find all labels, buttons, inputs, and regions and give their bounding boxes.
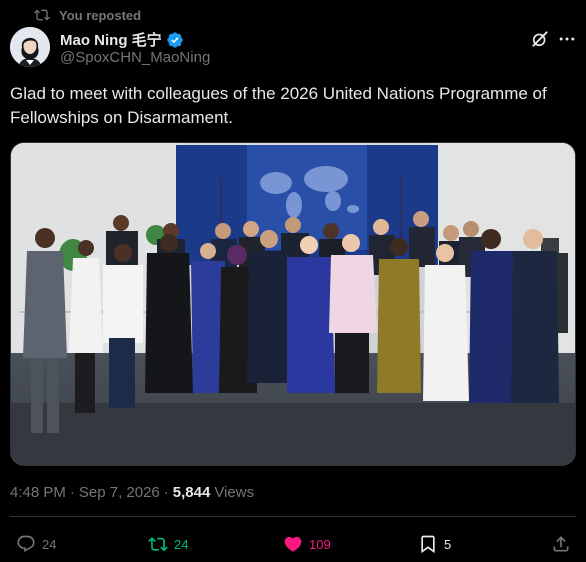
like-button[interactable]: 109 xyxy=(283,534,331,554)
repost-indicator[interactable]: You reposted xyxy=(34,6,141,24)
avatar-image xyxy=(10,27,50,67)
tweet-time[interactable]: 4:48 PM xyxy=(10,484,66,501)
meta-separator: · xyxy=(69,484,75,501)
tweet-text: Glad to meet with colleagues of the 2026… xyxy=(10,84,547,127)
group-photo-image xyxy=(11,143,575,465)
share-button[interactable] xyxy=(551,534,571,554)
repost-button[interactable]: 24 xyxy=(148,534,188,554)
reply-button[interactable]: 24 xyxy=(16,534,56,554)
divider xyxy=(10,516,576,517)
repost-count: 24 xyxy=(174,536,189,552)
like-icon xyxy=(284,536,302,552)
reply-count: 24 xyxy=(42,536,57,552)
author-handle[interactable]: @SpoxCHN_MaoNing xyxy=(60,49,210,66)
more-icon[interactable] xyxy=(557,29,577,49)
share-icon xyxy=(553,536,569,552)
author-name-row[interactable]: Mao Ning 毛宁 xyxy=(60,29,184,50)
repost-label: You reposted xyxy=(59,7,142,23)
reply-icon xyxy=(17,535,35,553)
repost-icon xyxy=(34,9,50,21)
tweet-meta: 4:48 PM · Sep 7, 2026 · 5,844 Views xyxy=(10,484,254,501)
bookmark-icon xyxy=(421,535,435,554)
verified-icon xyxy=(166,31,183,48)
avatar[interactable] xyxy=(10,27,50,67)
views-count: 5,844 xyxy=(172,484,211,501)
meta-separator: · xyxy=(163,484,169,501)
author-name[interactable]: Mao Ning 毛宁 xyxy=(60,29,162,50)
repost-icon xyxy=(148,537,168,552)
bookmark-count: 5 xyxy=(444,536,452,552)
tweet-date[interactable]: Sep 7, 2026 xyxy=(79,484,160,501)
tweet-photo[interactable] xyxy=(10,142,576,466)
grok-icon[interactable] xyxy=(530,29,550,49)
bookmark-button[interactable]: 5 xyxy=(418,534,451,554)
like-count: 109 xyxy=(309,536,331,552)
views-label: Views xyxy=(214,484,255,501)
